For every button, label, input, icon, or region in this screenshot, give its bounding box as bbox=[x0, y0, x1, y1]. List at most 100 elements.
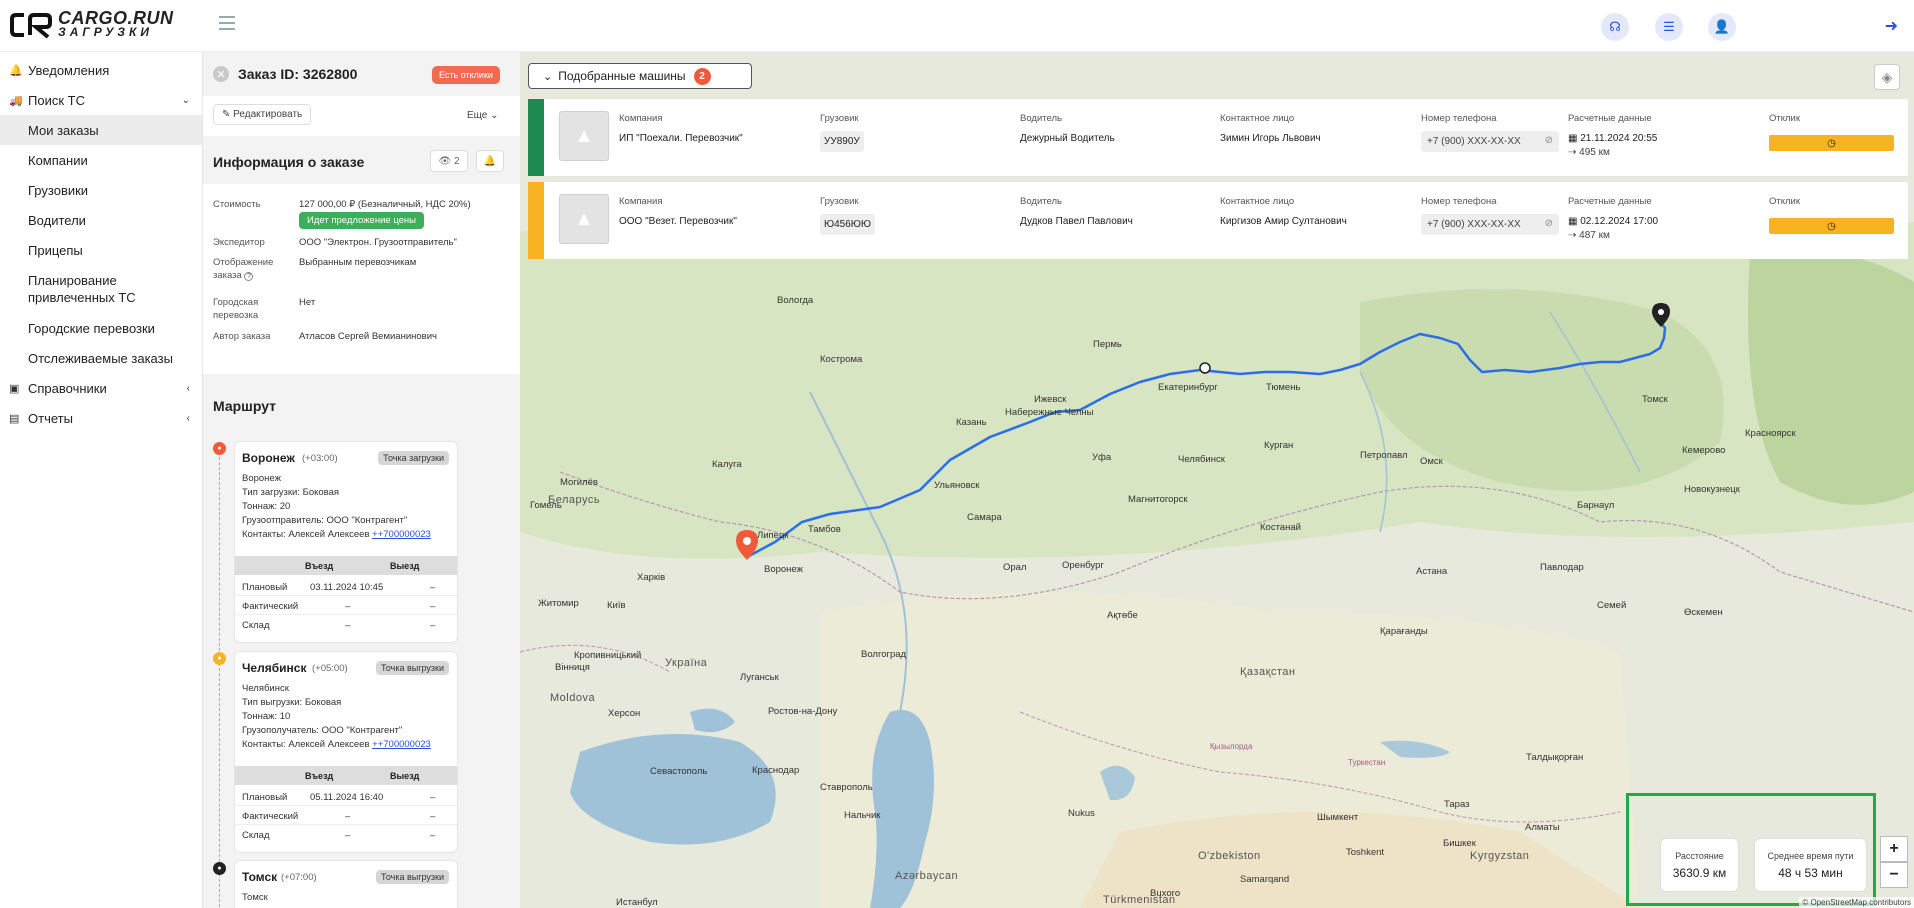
col-exit: Выезд bbox=[390, 771, 420, 781]
sidebar-item-tracked-orders[interactable]: Отслеживаемые заказы bbox=[0, 343, 202, 373]
route-connector bbox=[219, 447, 220, 908]
phone-field[interactable]: +7 (900) XXX-XX-XX ⊘ bbox=[1421, 214, 1559, 235]
map-city-label: Казань bbox=[956, 417, 987, 428]
display-label: Отображение заказа ? bbox=[213, 256, 293, 282]
response-status[interactable]: ◷ bbox=[1769, 135, 1894, 151]
report-icon: ▤ bbox=[9, 412, 20, 425]
map-city-label: Тюмень bbox=[1266, 382, 1301, 393]
response-status[interactable]: ◷ bbox=[1769, 218, 1894, 234]
sidebar-item-planning[interactable]: Планирование привлеченных ТС bbox=[0, 265, 202, 313]
route-point-card[interactable]: Воронеж (+03:00) Точка загрузки Воронеж … bbox=[234, 441, 458, 643]
views-button[interactable]: 👁 2 bbox=[430, 150, 468, 172]
sidebar-item-city-transport[interactable]: Городские перевозки bbox=[0, 313, 202, 343]
sidebar-item-label: Прицепы bbox=[28, 242, 83, 258]
headset-icon[interactable]: ☊ bbox=[1601, 13, 1629, 41]
schedule-row: Склад – – bbox=[235, 616, 457, 634]
sidebar-item-label: Отслеживаемые заказы bbox=[28, 350, 173, 366]
order-title: Заказ ID: 3262800 bbox=[238, 66, 358, 82]
route-phone-link[interactable]: ++700000023 bbox=[372, 529, 431, 540]
route-point-card[interactable]: Челябинск (+05:00) Точка выгрузки Челяби… bbox=[234, 651, 458, 853]
sidebar-item-label: Городские перевозки bbox=[28, 320, 155, 336]
map-country-label: Türkmenistan bbox=[1103, 894, 1176, 906]
matched-vehicles-dropdown[interactable]: ⌄ Подобранные машины 2 bbox=[528, 63, 752, 89]
calc-date: ▦ 21.11.2024 20:55 bbox=[1568, 133, 1657, 144]
sidebar-item-notifications[interactable]: 🔔 Уведомления bbox=[0, 55, 202, 85]
sidebar-item-trucks[interactable]: Грузовики bbox=[0, 175, 202, 205]
more-dropdown[interactable]: Еще ⌄ bbox=[467, 110, 499, 121]
map-city-label: Тамбов bbox=[808, 524, 841, 535]
route-point-card[interactable]: Томск (+07:00) Точка выгрузки Томск bbox=[234, 860, 458, 908]
map-city-label: Набережные Челны bbox=[1005, 407, 1094, 418]
map-country-label: Беларусь bbox=[548, 494, 601, 506]
map-country-label: Қазақстан bbox=[1240, 666, 1296, 678]
travel-time-label: Среднее время пути bbox=[1767, 851, 1854, 861]
sidebar-item-label: Планирование привлеченных ТС bbox=[28, 273, 136, 305]
map-city-label: Орал bbox=[1003, 562, 1027, 573]
edit-button[interactable]: ✎ Редактировать bbox=[213, 104, 312, 125]
map-city-label: Омск bbox=[1420, 456, 1443, 467]
city-transport-value: Нет bbox=[299, 297, 316, 308]
start-marker-icon[interactable] bbox=[736, 530, 758, 560]
matched-vehicles-count: 2 bbox=[693, 67, 711, 85]
map-city-label: Новокузнецк bbox=[1684, 484, 1740, 495]
dropoff-pin-icon: ● bbox=[213, 652, 226, 665]
map-attribution[interactable]: © OpenStreetMap contributors bbox=[1799, 897, 1914, 908]
responses-badge[interactable]: Есть отклики bbox=[432, 66, 500, 84]
end-marker-icon[interactable] bbox=[1652, 303, 1670, 327]
sidebar-item-label: Грузовики bbox=[28, 182, 89, 198]
phone-field[interactable]: +7 (900) XXX-XX-XX ⊘ bbox=[1421, 131, 1559, 152]
map-country-label: Kyrgyzstan bbox=[1470, 850, 1530, 862]
price-status-badge: Идет предложение цены bbox=[299, 212, 425, 229]
route-contacts: Контакты: Алексей Алексеев ++700000023 bbox=[242, 739, 431, 750]
map-city-label: Samarqand bbox=[1240, 874, 1290, 885]
help-icon[interactable]: ? bbox=[244, 272, 254, 281]
row-label: Фактический bbox=[242, 601, 299, 612]
sidebar-item-search-vehicles[interactable]: 🚚 Поиск ТС ⌄ bbox=[0, 85, 202, 115]
author-label: Автор заказа bbox=[213, 331, 271, 342]
truck-plate[interactable]: Ю456ЮЮ bbox=[820, 214, 875, 235]
carrier-row[interactable]: ▲ Компания ООО "Везет. Перевозчик" Грузо… bbox=[528, 182, 1908, 259]
zoom-out-button[interactable]: − bbox=[1880, 862, 1908, 888]
user-settings-icon[interactable]: 👤 bbox=[1708, 13, 1736, 41]
close-icon[interactable]: ✕ bbox=[213, 66, 229, 82]
layers-icon[interactable]: ◈ bbox=[1874, 64, 1900, 90]
sidebar-item-reports[interactable]: ▤ Отчеты ‹ bbox=[0, 403, 202, 433]
zoom-in-button[interactable]: + bbox=[1880, 836, 1908, 862]
logo[interactable]: CARGO.RUN ЗАГРУЗКИ bbox=[10, 8, 174, 40]
sidebar-item-label: Справочники bbox=[28, 380, 107, 396]
distance-card: Расстояние 3630.9 км bbox=[1660, 838, 1739, 892]
map-city-label: Оренбург bbox=[1062, 560, 1104, 571]
eye-off-icon[interactable]: ⊘ bbox=[1545, 218, 1553, 229]
route-contacts-text: Контакты: Алексей Алексеев bbox=[242, 739, 370, 750]
logo-mark-icon bbox=[10, 13, 52, 39]
sidebar-item-label: Компании bbox=[28, 152, 88, 168]
map-city-label: Уфа bbox=[1092, 452, 1112, 463]
menu-toggle-icon[interactable] bbox=[219, 16, 235, 30]
route-phone-link[interactable]: ++700000023 bbox=[372, 739, 431, 750]
subscribe-button[interactable]: 🔔 bbox=[476, 150, 504, 172]
map[interactable]: Вологда Кострома Пермь Екатеринбург Тюме… bbox=[520, 52, 1914, 908]
col-entry: Въезд bbox=[305, 771, 334, 781]
eye-off-icon[interactable]: ⊘ bbox=[1545, 135, 1553, 146]
carrier-row[interactable]: ▲ Компания ИП "Поехали. Перевозчик" Груз… bbox=[528, 99, 1908, 176]
cost-value: 127 000,00 ₽ (Безналичный, НДС 20%) bbox=[299, 199, 471, 210]
waypoint-marker-icon[interactable] bbox=[1198, 361, 1212, 375]
logout-icon[interactable]: ➜ bbox=[1885, 16, 1898, 36]
sidebar-item-directories[interactable]: ▣ Справочники ‹ bbox=[0, 373, 202, 403]
map-city-label: Бишкек bbox=[1443, 838, 1476, 849]
sidebar-item-label: Поиск ТС bbox=[28, 92, 85, 108]
sidebar-item-drivers[interactable]: Водители bbox=[0, 205, 202, 235]
map-country-label: Україна bbox=[665, 657, 708, 669]
truck-plate[interactable]: УУ890У bbox=[820, 131, 864, 152]
route-stats-highlight: Расстояние 3630.9 км Среднее время пути … bbox=[1626, 793, 1876, 906]
calc-date-value: 21.11.2024 20:55 bbox=[1580, 133, 1658, 144]
sidebar-item-companies[interactable]: Компании bbox=[0, 145, 202, 175]
row-label: Склад bbox=[242, 830, 270, 841]
sidebar-item-my-orders[interactable]: Мои заказы bbox=[0, 115, 202, 145]
map-city-label: Липецк bbox=[757, 530, 789, 541]
sidebar-item-trailers[interactable]: Прицепы bbox=[0, 235, 202, 265]
fact-entry: – bbox=[345, 601, 351, 612]
list-icon[interactable]: ☰ bbox=[1655, 13, 1683, 41]
map-city-label: Воронеж bbox=[764, 564, 803, 575]
logo-text: CARGO.RUN bbox=[58, 8, 174, 28]
